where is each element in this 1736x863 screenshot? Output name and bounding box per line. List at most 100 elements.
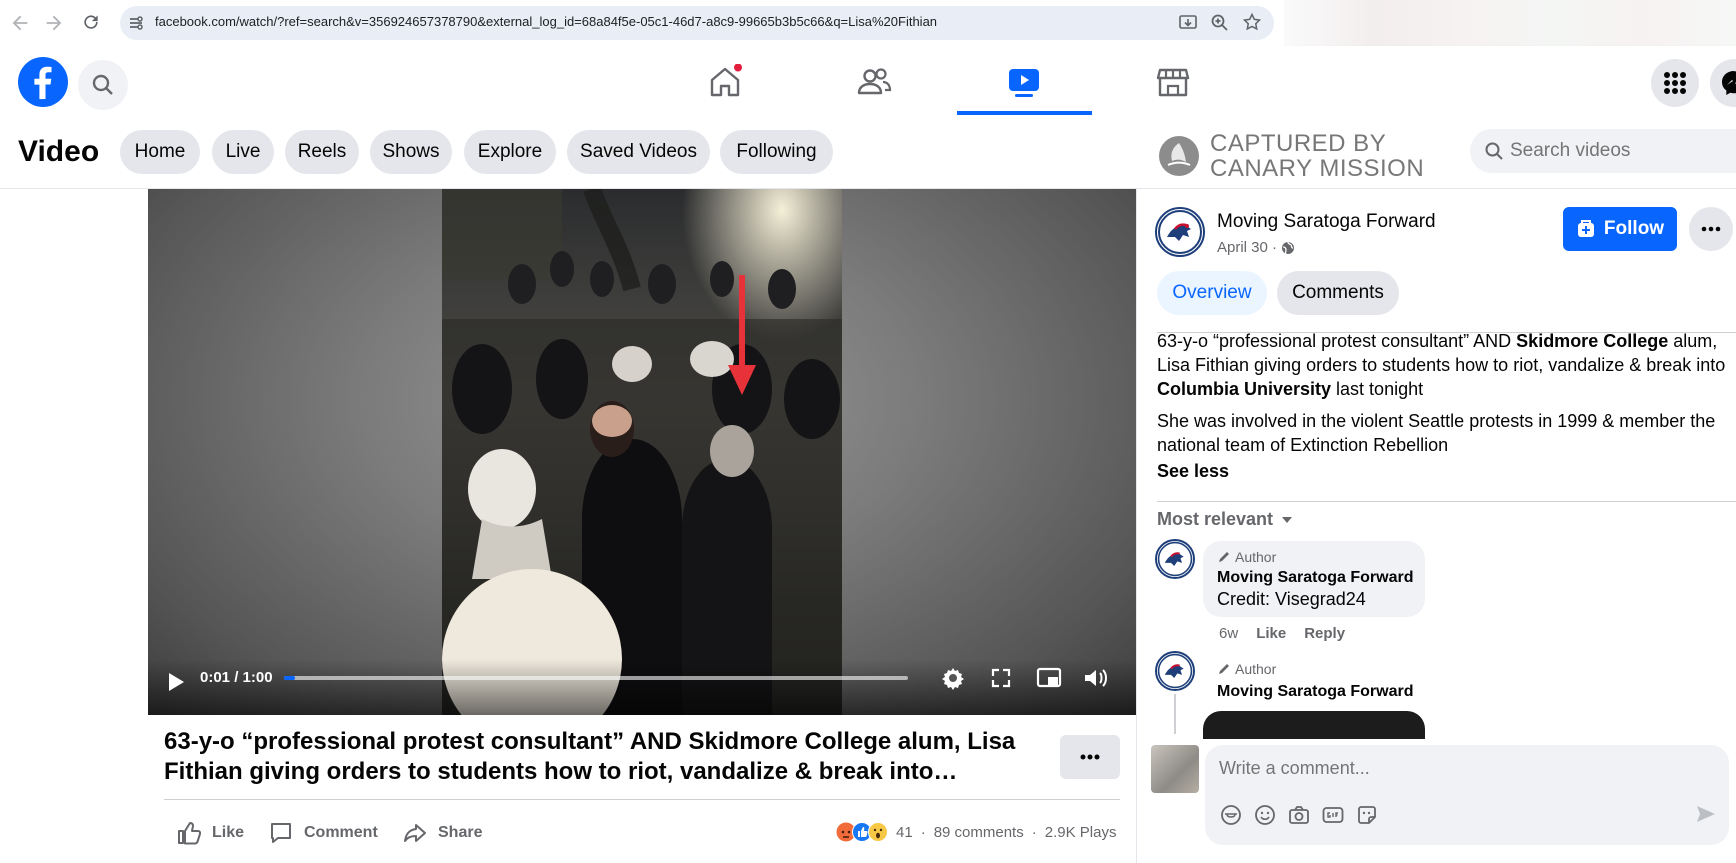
video-icon (1009, 68, 1039, 97)
comment-input[interactable] (1219, 753, 1659, 783)
tab-friends[interactable] (807, 46, 941, 117)
tab-marketplace[interactable] (1106, 46, 1240, 117)
tab-comments[interactable]: Comments (1277, 271, 1399, 315)
watermark-text: CAPTURED BY CANARY MISSION (1210, 130, 1425, 182)
progress-bar[interactable] (284, 676, 908, 680)
commenter-name[interactable]: Moving Saratoga Forward (1217, 569, 1413, 587)
comment-avatar[interactable] (1155, 539, 1195, 579)
play-icon[interactable] (166, 671, 186, 693)
pencil-icon (1219, 664, 1229, 674)
follow-label: Follow (1603, 218, 1665, 239)
reaction-count[interactable]: 41 (896, 824, 913, 841)
forward-arrow-icon[interactable] (43, 12, 65, 34)
author-badge: Author (1217, 549, 1276, 565)
picture-in-picture-icon[interactable] (1036, 666, 1062, 690)
emoji-icon[interactable] (1253, 803, 1277, 827)
comments-count[interactable]: 89 comments (934, 824, 1024, 841)
canary-mission-watermark: CAPTURED BY CANARY MISSION (1158, 130, 1458, 182)
page-avatar[interactable] (1155, 207, 1205, 257)
pill-live[interactable]: Live (212, 130, 274, 174)
search-icon[interactable] (78, 60, 128, 110)
dot-separator: · (920, 823, 926, 841)
avatar-sticker-icon[interactable] (1219, 803, 1243, 827)
engagement-stats: 41 · 89 comments · 2.9K Plays (836, 822, 1116, 842)
site-info-icon[interactable] (128, 15, 144, 31)
marketplace-icon (1156, 68, 1190, 96)
post-date[interactable]: April 30 · (1217, 239, 1295, 256)
zoom-icon[interactable] (1210, 13, 1230, 33)
comment-avatar[interactable] (1155, 651, 1195, 691)
video-title: 63-y-o “professional protest consultant”… (164, 728, 1016, 785)
follow-page-icon (1577, 220, 1594, 237)
camera-icon[interactable] (1287, 803, 1311, 827)
share-label: Share (438, 824, 483, 841)
pill-following[interactable]: Following (720, 130, 833, 174)
comment-like-button[interactable]: Like (1256, 625, 1286, 642)
gif-icon[interactable] (1321, 803, 1345, 827)
current-user-avatar[interactable] (1151, 745, 1199, 793)
send-icon[interactable] (1695, 803, 1717, 825)
like-button[interactable]: Like (176, 818, 244, 848)
description-paragraph: She was involved in the violent Seattle … (1157, 411, 1716, 455)
globe-icon (1282, 241, 1295, 254)
url-text[interactable]: facebook.com/watch/?ref=search&v=3569246… (155, 14, 937, 29)
pill-reels[interactable]: Reels (285, 130, 359, 174)
post-description: 63-y-o “professional protest consultant”… (1157, 329, 1727, 483)
author-badge-label: Author (1235, 549, 1277, 565)
see-less-link[interactable]: See less (1157, 459, 1727, 483)
comment-media-preview[interactable] (1203, 711, 1425, 741)
description-text: last tonight (1331, 379, 1424, 399)
commenter-name[interactable]: Moving Saratoga Forward (1217, 683, 1413, 701)
facebook-logo-icon[interactable] (18, 57, 68, 107)
install-app-icon[interactable] (1178, 13, 1198, 33)
pill-home[interactable]: Home (120, 130, 200, 174)
more-dots-icon (1080, 754, 1100, 760)
facebook-top-nav (0, 46, 1736, 117)
settings-gear-icon[interactable] (940, 665, 966, 691)
more-options-button[interactable] (1060, 735, 1120, 779)
video-header: Video Home Live Reels Shows Explore Save… (0, 117, 1736, 189)
sort-comments-dropdown[interactable]: Most relevant (1157, 509, 1293, 530)
browser-toolbar: facebook.com/watch/?ref=search&v=3569246… (0, 0, 1736, 46)
sticker-icon[interactable] (1355, 803, 1379, 827)
video-player[interactable]: 0:01 / 1:00 (148, 189, 1136, 715)
video-frame[interactable] (442, 189, 842, 715)
divider (1157, 501, 1736, 502)
comment-input-box[interactable] (1205, 745, 1729, 845)
page-name[interactable]: Moving Saratoga Forward (1217, 211, 1436, 233)
like-label: Like (212, 824, 245, 841)
fullscreen-icon[interactable] (990, 667, 1012, 689)
tab-home[interactable] (658, 46, 792, 117)
reaction-icons[interactable] (836, 822, 888, 842)
messenger-icon[interactable] (1710, 59, 1736, 107)
post-options-button[interactable] (1689, 207, 1733, 251)
bookmark-star-icon[interactable] (1242, 12, 1262, 32)
back-arrow-icon[interactable] (9, 12, 31, 34)
menu-grid-icon[interactable] (1651, 59, 1699, 107)
comment-bubble-icon (271, 823, 291, 843)
pill-saved-videos[interactable]: Saved Videos (567, 130, 710, 174)
thread-line (1174, 694, 1176, 734)
search-videos-field[interactable] (1470, 129, 1736, 173)
page-logo-icon (1157, 541, 1193, 577)
reload-icon[interactable] (81, 12, 103, 34)
comment-button[interactable]: Comment (268, 818, 378, 848)
pill-shows[interactable]: Shows (370, 130, 452, 174)
comment-actions: 6w Like Reply (1219, 625, 1345, 642)
comment-age[interactable]: 6w (1219, 625, 1238, 642)
share-button[interactable]: Share (402, 818, 482, 848)
pill-explore[interactable]: Explore (464, 130, 556, 174)
tab-watch[interactable] (957, 46, 1091, 117)
plays-count: 2.9K Plays (1044, 823, 1117, 841)
progress-fill (284, 676, 295, 680)
hashtag-link[interactable]: Columbia University (1157, 379, 1331, 399)
volume-icon[interactable] (1082, 666, 1110, 690)
follow-button[interactable]: Follow (1563, 207, 1677, 251)
post-date-text: April 30 · (1217, 239, 1278, 256)
post-details-panel: Moving Saratoga Forward April 30 · Follo… (1136, 189, 1736, 863)
hashtag-link[interactable]: Skidmore College (1516, 331, 1668, 351)
comment-reply-button[interactable]: Reply (1304, 625, 1345, 642)
search-videos-input[interactable] (1510, 129, 1736, 173)
comment-text: Credit: Visegrad24 (1217, 589, 1366, 609)
tab-overview[interactable]: Overview (1157, 271, 1267, 315)
